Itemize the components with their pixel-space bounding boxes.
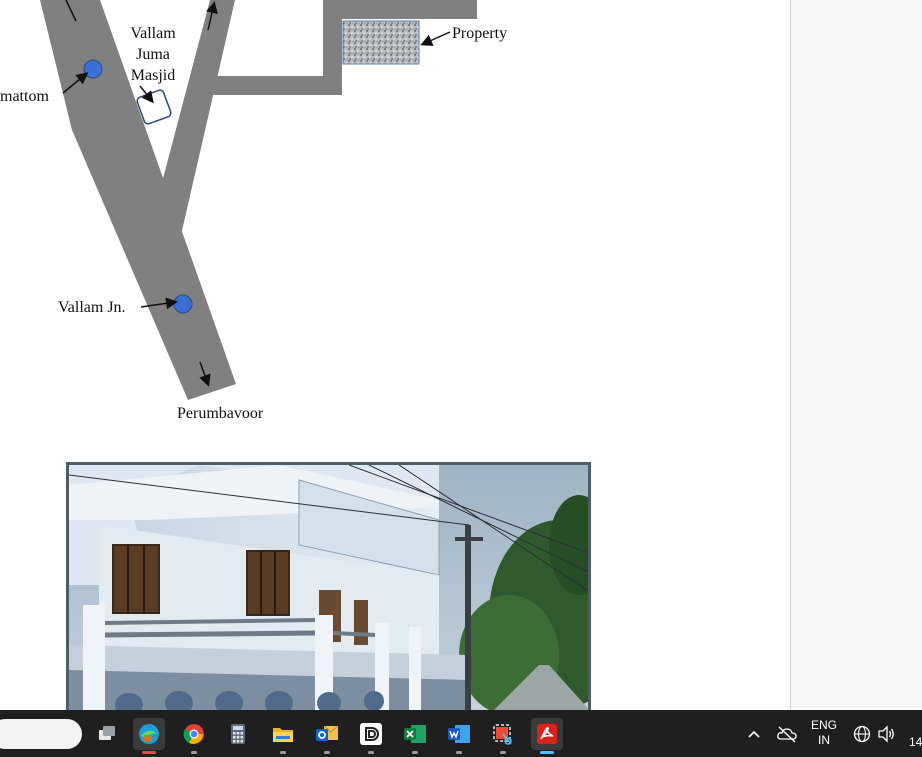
snipping-tool-icon[interactable]	[487, 718, 519, 754]
property-label: Property	[452, 25, 508, 42]
cloud-offline-icon[interactable]	[776, 724, 798, 744]
acrobat-icon[interactable]	[531, 718, 563, 754]
mosque-label-line2: Juma	[136, 46, 170, 63]
property-plot	[342, 20, 420, 65]
acrobat-active-indicator	[540, 751, 554, 754]
network-globe-icon[interactable]	[852, 724, 872, 744]
calculator-icon[interactable]	[222, 718, 254, 750]
side-road-riser	[323, 0, 342, 95]
region-code: IN	[818, 733, 830, 747]
taskbar-search-box[interactable]	[0, 719, 82, 749]
mosque-label-line1: Vallam	[130, 25, 176, 42]
chrome-icon[interactable]	[178, 718, 210, 754]
show-hidden-icons-chevron-icon[interactable]	[745, 725, 763, 743]
perumbavoor-label: Perumbavoor	[177, 405, 264, 422]
house-photo-image	[69, 465, 588, 710]
dolby-icon[interactable]	[355, 718, 387, 754]
arrow-property	[420, 31, 451, 46]
dolby-running-indicator	[368, 751, 374, 754]
file-explorer-icon[interactable]	[267, 718, 299, 754]
outlook-running-indicator	[324, 751, 330, 754]
word-running-indicator	[456, 751, 462, 754]
document-page: Vallam Juma Masjid Property mattom Valla…	[0, 0, 790, 710]
right-margin-pane	[790, 0, 922, 710]
mosque-label-line3: Masjid	[130, 67, 176, 84]
vallam-jn-label: Vallam Jn.	[58, 299, 126, 316]
word-icon[interactable]	[443, 718, 475, 754]
mosque-label: Vallam Juma Masjid	[118, 23, 188, 86]
mattom-label: mattom	[0, 88, 49, 105]
excel-icon[interactable]	[399, 718, 431, 754]
side-road-top	[342, 0, 477, 19]
mattom-marker	[83, 59, 103, 79]
clock-time[interactable]: 14	[909, 735, 922, 749]
vallam-jn-marker	[173, 294, 193, 314]
task-view-icon[interactable]	[91, 718, 123, 750]
explorer-running-indicator	[280, 751, 286, 754]
outlook-icon[interactable]	[311, 718, 343, 754]
snipping-running-indicator	[500, 751, 506, 754]
property-photo	[66, 462, 591, 710]
windows-taskbar: ENG IN 14	[0, 710, 922, 757]
edge-icon[interactable]	[133, 718, 165, 754]
language-indicator[interactable]: ENG IN	[806, 718, 842, 748]
chrome-running-indicator	[191, 751, 197, 754]
edge-active-indicator	[142, 751, 156, 754]
volume-icon[interactable]	[876, 724, 896, 744]
language-code: ENG	[810, 718, 837, 732]
excel-running-indicator	[412, 751, 418, 754]
side-road-horizontal	[210, 76, 342, 95]
